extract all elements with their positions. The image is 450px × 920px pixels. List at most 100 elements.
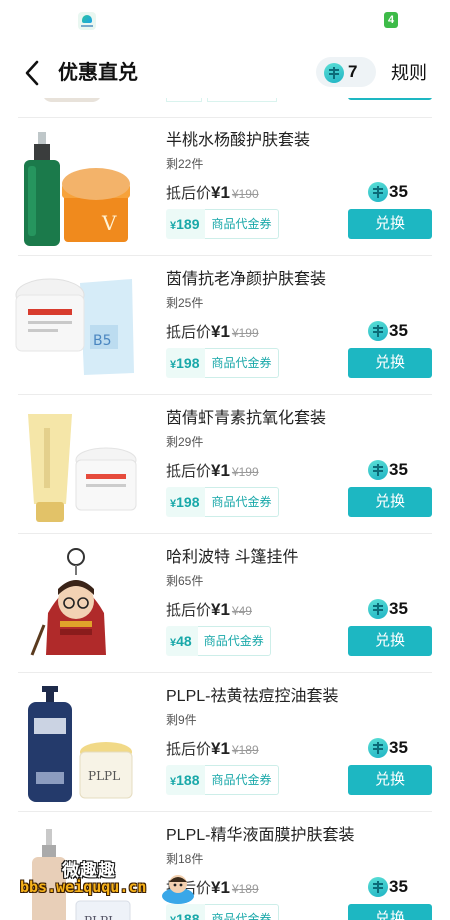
- redeem-button[interactable]: 兑换: [348, 487, 432, 517]
- redeem-button[interactable]: 兑换: [348, 904, 432, 920]
- serum-and-mask-image: PLPL: [32, 829, 131, 920]
- voucher-type: 商品代金券: [205, 487, 279, 517]
- price-after: ¥1: [211, 322, 230, 341]
- voucher-amount: ¥198: [166, 487, 206, 517]
- voucher-amount-value: 189: [176, 216, 200, 232]
- price-original: ¥189: [231, 882, 259, 896]
- product-name: 半桃水杨酸护肤套装: [166, 132, 311, 149]
- product-name: 茵倩虾青素抗氧化套装: [166, 410, 327, 427]
- voucher-type: 商品代金券: [197, 626, 271, 656]
- tube-and-jar-image: [28, 414, 137, 522]
- price-label: 抵后价: [166, 324, 212, 341]
- product-item[interactable]: B5 茵倩抗老净颜护肤套装 剩25件 抵后价¥1 ¥199 35 ¥198 商品代金…: [0, 257, 450, 396]
- app-notification-icon: [78, 12, 96, 30]
- svg-text:PLPL: PLPL: [88, 769, 120, 783]
- price-after: ¥1: [211, 878, 230, 897]
- divider: [18, 672, 432, 673]
- coin-price-value: 35: [389, 460, 408, 479]
- price-original: ¥49: [231, 604, 252, 618]
- price-row: 抵后价¥1 ¥49: [166, 599, 252, 623]
- battery-icon: 4: [384, 12, 398, 28]
- price-after: ¥1: [211, 183, 230, 202]
- price-row: 抵后价¥1 ¥190: [166, 182, 259, 206]
- redeem-button[interactable]: 兑换: [348, 765, 432, 795]
- svg-text:V: V: [101, 211, 117, 235]
- voucher-tag: ¥188商品代金券: [166, 765, 279, 795]
- coin-price: 35: [368, 738, 408, 760]
- voucher-type: 商品代金券: [205, 904, 279, 920]
- back-button[interactable]: [22, 58, 44, 88]
- coin-price-value: 35: [389, 877, 408, 896]
- voucher-amount: ¥188: [166, 765, 206, 795]
- wizard-keychain-image: [30, 548, 106, 656]
- coin-price: 35: [368, 460, 408, 482]
- redeem-button[interactable]: 兑换: [348, 209, 432, 239]
- skincare-bottle-jar-image: V: [24, 132, 130, 246]
- price-after: ¥1: [211, 739, 230, 758]
- coin-balance-value: 7: [348, 62, 358, 81]
- price-original: ¥199: [231, 465, 259, 479]
- voucher-amount-value: 48: [176, 633, 192, 649]
- coin-price-value: 35: [389, 599, 408, 618]
- status-bar: 4: [0, 0, 450, 42]
- price-original: ¥199: [231, 326, 259, 340]
- coin-icon: [324, 63, 344, 83]
- coin-icon: [368, 877, 388, 897]
- product-item[interactable]: PLPL PLPL-精华液面膜护肤套装 剩18件 抵后价¥1¥189 35 ¥1…: [0, 813, 450, 920]
- voucher-tag: ¥198 商品代金券: [166, 487, 279, 517]
- voucher-tag: ¥189 商品代金券: [166, 209, 279, 239]
- price-label: 抵后价: [166, 741, 212, 758]
- product-name: PLPL-精华液面膜护肤套装: [166, 827, 355, 844]
- price-original: ¥190: [231, 187, 259, 201]
- coin-icon: [368, 460, 388, 480]
- page-title: 优惠直兑: [58, 62, 138, 84]
- voucher-amount-value: 198: [176, 494, 200, 510]
- coin-balance[interactable]: 7: [316, 57, 376, 87]
- voucher-tag: ¥48 商品代金券: [166, 626, 271, 656]
- voucher-tag: ¥188商品代金券: [166, 904, 279, 920]
- svg-text:B5: B5: [93, 333, 112, 349]
- product-stock: 剩29件: [166, 435, 204, 449]
- voucher-tag: ¥198 商品代金券: [166, 348, 279, 378]
- product-stock: 剩18件: [166, 852, 204, 866]
- product-item[interactable]: 哈利波特 斗篷挂件 剩65件 抵后价¥1 ¥49 35 ¥48 商品代金券 兑换: [0, 535, 450, 674]
- coin-icon: [368, 182, 388, 202]
- coin-price: 35: [368, 599, 408, 621]
- coin-icon: [368, 599, 388, 619]
- price-row: 抵后价¥1 ¥189: [166, 877, 259, 901]
- previous-item-peek: [0, 98, 450, 118]
- product-name: 哈利波特 斗篷挂件: [166, 549, 299, 566]
- product-item[interactable]: 茵倩虾青素抗氧化套装 剩29件 抵后价¥1 ¥199 35 ¥198 商品代金券 兑…: [0, 396, 450, 535]
- price-label: 抵后价: [166, 880, 212, 897]
- product-stock: 剩22件: [166, 157, 204, 171]
- rules-link[interactable]: 规则: [391, 58, 427, 88]
- voucher-amount-value: 188: [176, 772, 200, 788]
- coin-price-value: 35: [389, 738, 408, 757]
- price-label: 抵后价: [166, 185, 212, 202]
- header: 优惠直兑 7 规则: [0, 48, 450, 98]
- redeem-button[interactable]: 兑换: [348, 626, 432, 656]
- product-item[interactable]: V 半桃水杨酸护肤套装 剩22件 抵后价¥1 ¥190 35 ¥189 商品代金券 …: [0, 118, 450, 257]
- redeem-button[interactable]: 兑换: [348, 348, 432, 378]
- cream-jar-refill-pouch-image: B5: [15, 278, 134, 375]
- coin-price-value: 35: [389, 321, 408, 340]
- price-label: 抵后价: [166, 602, 212, 619]
- pump-bottle-jar-image: PLPL: [28, 686, 133, 802]
- svg-text:PLPL: PLPL: [84, 914, 116, 920]
- voucher-amount-value: 188: [176, 911, 200, 920]
- divider: [18, 533, 432, 534]
- voucher-amount: ¥188: [166, 904, 206, 920]
- coin-price: 35: [368, 321, 408, 343]
- voucher-type: 商品代金券: [205, 348, 279, 378]
- divider: [18, 394, 432, 395]
- product-name: 茵倩抗老净颜护肤套装: [166, 271, 327, 288]
- voucher-amount: ¥48: [166, 626, 198, 656]
- coin-icon: [368, 738, 388, 758]
- voucher-amount: ¥189: [166, 209, 206, 239]
- product-name: PLPL-祛黄祛痘控油套装: [166, 688, 339, 705]
- coin-price: 35: [368, 182, 408, 204]
- product-stock: 剩65件: [166, 574, 204, 588]
- divider: [18, 811, 432, 812]
- product-item[interactable]: PLPL PLPL-祛黄祛痘控油套装 剩9件 抵后价¥1 ¥189 35 ¥188…: [0, 674, 450, 813]
- voucher-type: 商品代金券: [205, 209, 279, 239]
